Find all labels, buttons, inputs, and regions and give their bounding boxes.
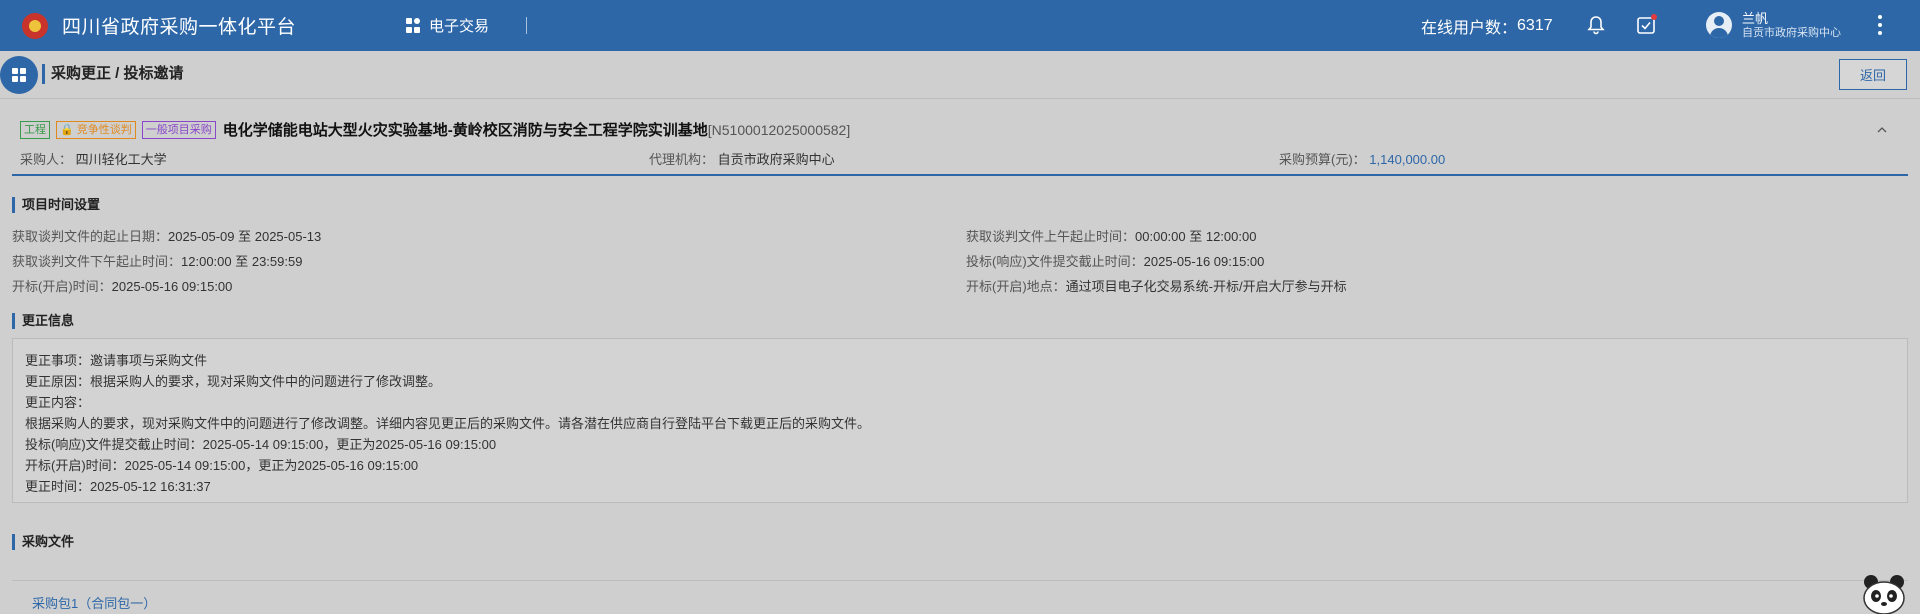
tag-competitive-negotiation: 🔒 竞争性谈判: [56, 120, 136, 139]
correction-info-box: 更正事项：邀请事项与采购文件 更正原因：根据采购人的要求，现对采购文件中的问题进…: [12, 338, 1908, 503]
time-label: 投标(响应)文件提交截止时间：: [966, 254, 1144, 269]
correction-line: 投标(响应)文件提交截止时间：2025-05-14 09:15:00，更正为20…: [25, 437, 497, 452]
project-code: [N5100012025000582]: [707, 121, 851, 138]
top-navbar: 四川省政府采购一体化平台 电子交易 在线用户数： 6317 兰帆 自贡市政府采购…: [0, 0, 1920, 51]
platform-title[interactable]: 四川省政府采购一体化平台: [62, 12, 296, 39]
project-title: 电化学储能电站大型火灾实验基地-黄岭校区消防与安全工程学院实训基地: [222, 122, 708, 139]
time-label: 获取谈判文件的起止日期：: [12, 229, 169, 244]
correction-line: 更正事项：邀请事项与采购文件: [25, 353, 208, 368]
todo-tasks-icon[interactable]: [1635, 14, 1657, 36]
time-value: 12:00:00 至 23:59:59: [181, 254, 303, 269]
budget-value: 1,140,000.00: [1369, 152, 1446, 167]
correction-line: 更正时间：2025-05-12 16:31:37: [25, 479, 211, 494]
time-row-opening-location: 开标(开启)地点：通过项目电子化交易系统-开标/开启大厅参与开标: [966, 276, 1347, 295]
section-title-files: 采购文件: [12, 534, 74, 550]
agency-value: 自贡市政府采购中心: [717, 152, 835, 167]
time-value: 2025-05-09 至 2025-05-13: [168, 229, 322, 244]
tag-engineering: 工程: [20, 120, 50, 139]
time-label: 获取谈判文件下午起止时间：: [12, 254, 182, 269]
budget-label: 采购预算(元)：: [1279, 152, 1366, 167]
menu-electronic-trading[interactable]: 电子交易: [406, 0, 489, 51]
unread-dot: [1651, 14, 1657, 20]
section-title-correction: 更正信息: [12, 313, 74, 329]
purchaser-label: 采购人：: [20, 152, 73, 167]
package-tabs: 采购包1（合同包一）: [12, 580, 1908, 614]
correction-line: 更正内容：: [25, 395, 91, 410]
nav-divider: [526, 17, 527, 34]
user-avatar[interactable]: [1706, 12, 1732, 38]
user-org: 自贡市政府采购中心: [1742, 26, 1841, 39]
online-users-label: 在线用户数：: [1421, 19, 1518, 37]
app-menu-button[interactable]: [0, 56, 38, 94]
purchaser-info: 采购人： 四川轻化工大学: [20, 149, 167, 168]
time-value: 通过项目电子化交易系统-开标/开启大厅参与开标: [1065, 279, 1347, 294]
national-emblem-icon: [22, 12, 48, 39]
time-row-doc-dates: 获取谈判文件的起止日期：2025-05-09 至 2025-05-13: [12, 226, 321, 245]
purchaser-value: 四川轻化工大学: [75, 152, 167, 167]
collapse-chevron-up-icon[interactable]: [1877, 123, 1887, 133]
time-row-submit-deadline: 投标(响应)文件提交截止时间：2025-05-16 09:15:00: [966, 251, 1264, 270]
correction-line: 开标(开启)时间：2025-05-14 09:15:00，更正为2025-05-…: [25, 458, 419, 473]
time-value: 2025-05-16 09:15:00: [1143, 254, 1265, 269]
time-value: 2025-05-16 09:15:00: [111, 279, 233, 294]
divider: [0, 98, 1920, 99]
budget-info: 采购预算(元)： 1,140,000.00: [1279, 149, 1445, 168]
time-row-afternoon: 获取谈判文件下午起止时间：12:00:00 至 23:59:59: [12, 251, 302, 270]
user-name: 兰帆: [1742, 11, 1769, 26]
online-users: 在线用户数： 6317: [1421, 0, 1553, 51]
back-button[interactable]: 返回: [1839, 59, 1907, 90]
user-info[interactable]: 兰帆 自贡市政府采购中心: [1742, 11, 1841, 40]
time-row-opening-time: 开标(开启)时间：2025-05-16 09:15:00: [12, 276, 232, 295]
grid-icon: [11, 67, 27, 83]
correction-line: 根据采购人的要求，现对采购文件中的问题进行了修改调整。详细内容见更正后的采购文件…: [25, 416, 871, 431]
tab-package-1[interactable]: 采购包1（合同包一）: [32, 593, 156, 612]
panda-mascot-icon[interactable]: [1859, 572, 1909, 614]
time-label: 开标(开启)时间：: [12, 279, 112, 294]
menu-electronic-trading-label: 电子交易: [429, 18, 490, 35]
page-title: 采购更正 / 投标邀请: [42, 64, 184, 84]
time-label: 获取谈判文件上午起止时间：: [966, 229, 1136, 244]
correction-line: 更正原因：根据采购人的要求，现对采购文件中的问题进行了修改调整。: [25, 374, 442, 389]
tag-general-procurement: 一般项目采购: [141, 120, 216, 139]
time-label: 开标(开启)地点：: [966, 279, 1066, 294]
time-value: 00:00:00 至 12:00:00: [1135, 229, 1257, 244]
apps-icon: [406, 18, 421, 33]
notification-bell-icon[interactable]: [1585, 14, 1607, 36]
project-divider: [12, 174, 1908, 176]
online-users-count: 6317: [1517, 16, 1553, 34]
section-title-time: 项目时间设置: [12, 197, 100, 213]
agency-label: 代理机构：: [649, 152, 715, 167]
project-header: 工程 🔒 竞争性谈判 一般项目采购 电化学储能电站大型火灾实验基地-黄岭校区消防…: [20, 119, 850, 140]
time-row-morning: 获取谈判文件上午起止时间：00:00:00 至 12:00:00: [966, 226, 1256, 245]
more-menu-icon[interactable]: [1878, 15, 1882, 35]
agency-info: 代理机构： 自贡市政府采购中心: [649, 149, 835, 168]
